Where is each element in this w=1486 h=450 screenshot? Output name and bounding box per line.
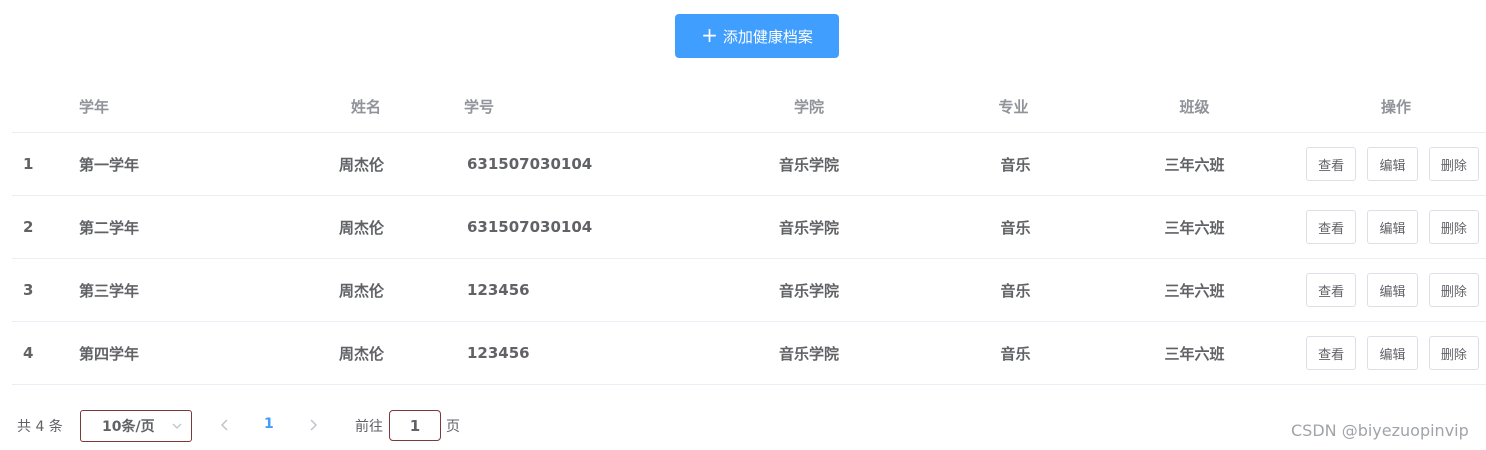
- edit-button[interactable]: 编辑: [1367, 336, 1418, 370]
- next-page-icon[interactable]: [306, 417, 320, 433]
- header-student-id: 学号: [452, 80, 674, 133]
- plus-icon: +: [701, 23, 718, 47]
- view-button[interactable]: 查看: [1306, 273, 1357, 307]
- header-name: 姓名: [287, 80, 452, 133]
- cell-college: 音乐学院: [674, 321, 944, 385]
- cell-year: 第二学年: [79, 195, 287, 259]
- cell-major: 音乐: [944, 258, 1083, 322]
- watermark-text: CSDN @biyezuopinvip: [1291, 421, 1469, 440]
- cell-class: 三年六班: [1083, 195, 1306, 259]
- header-major: 专业: [944, 80, 1083, 133]
- cell-major: 音乐: [944, 321, 1083, 385]
- view-button[interactable]: 查看: [1306, 210, 1357, 244]
- cell-student-id: 631507030104: [452, 195, 674, 259]
- edit-button[interactable]: 编辑: [1367, 147, 1418, 181]
- cell-class: 三年六班: [1083, 321, 1306, 385]
- cell-name: 周杰伦: [287, 195, 452, 259]
- cell-actions: 查看 编辑 删除: [1306, 258, 1486, 322]
- table-row: 3 第三学年 周杰伦 123456 音乐学院 音乐 三年六班 查看 编辑 删除: [12, 258, 1486, 322]
- cell-class: 三年六班: [1083, 132, 1306, 196]
- cell-student-id: 123456: [452, 321, 674, 385]
- cell-index: 3: [12, 258, 79, 322]
- cell-college: 音乐学院: [674, 195, 944, 259]
- cell-year: 第四学年: [79, 321, 287, 385]
- cell-actions: 查看 编辑 删除: [1306, 321, 1486, 385]
- chevron-down-icon: [172, 423, 182, 429]
- cell-student-id: 123456: [452, 258, 674, 322]
- current-page-number[interactable]: 1: [264, 416, 274, 432]
- cell-name: 周杰伦: [287, 321, 452, 385]
- pagination-total: 共 4 条: [17, 419, 63, 435]
- add-health-record-label: 添加健康档案: [722, 27, 813, 46]
- cell-name: 周杰伦: [287, 258, 452, 322]
- table-row: 1 第一学年 周杰伦 631507030104 音乐学院 音乐 三年六班 查看 编辑 删除: [12, 132, 1486, 196]
- delete-button[interactable]: 删除: [1428, 273, 1479, 307]
- table-row: 4 第四学年 周杰伦 123456 音乐学院 音乐 三年六班 查看 编辑 删除: [12, 321, 1486, 385]
- page-unit-label: 页: [446, 419, 460, 435]
- cell-college: 音乐学院: [674, 132, 944, 196]
- prev-page-icon[interactable]: [218, 417, 232, 433]
- cell-actions: 查看 编辑 删除: [1306, 195, 1486, 259]
- view-button[interactable]: 查看: [1306, 147, 1357, 181]
- cell-name: 周杰伦: [287, 132, 452, 196]
- goto-page-input[interactable]: [389, 410, 441, 441]
- edit-button[interactable]: 编辑: [1367, 273, 1418, 307]
- header-actions: 操作: [1306, 80, 1486, 133]
- goto-label: 前往: [355, 419, 383, 435]
- cell-index: 1: [12, 132, 79, 196]
- header-year: 学年: [79, 80, 287, 133]
- page-size-select[interactable]: 10条/页: [80, 410, 192, 442]
- header-college: 学院: [674, 80, 944, 133]
- cell-college: 音乐学院: [674, 258, 944, 322]
- cell-index: 4: [12, 321, 79, 385]
- header-class: 班级: [1083, 80, 1306, 133]
- cell-major: 音乐: [944, 132, 1083, 196]
- cell-actions: 查看 编辑 删除: [1306, 132, 1486, 196]
- cell-major: 音乐: [944, 195, 1083, 259]
- delete-button[interactable]: 删除: [1428, 147, 1479, 181]
- cell-class: 三年六班: [1083, 258, 1306, 322]
- cell-index: 2: [12, 195, 79, 259]
- table-row: 2 第二学年 周杰伦 631507030104 音乐学院 音乐 三年六班 查看 编辑 删除: [12, 195, 1486, 259]
- delete-button[interactable]: 删除: [1428, 336, 1479, 370]
- header-index: [12, 80, 79, 133]
- table-header-row: 学年 姓名 学号 学院 专业 班级 操作: [12, 80, 1486, 133]
- cell-year: 第一学年: [79, 132, 287, 196]
- delete-button[interactable]: 删除: [1428, 210, 1479, 244]
- page-size-value: 10条/页: [102, 419, 155, 435]
- health-records-table: 学年 姓名 学号 学院 专业 班级 操作 1 第一学年 周杰伦 63150703010…: [12, 80, 1486, 385]
- cell-year: 第三学年: [79, 258, 287, 322]
- add-health-record-button[interactable]: + 添加健康档案: [675, 14, 839, 58]
- view-button[interactable]: 查看: [1306, 336, 1357, 370]
- cell-student-id: 631507030104: [452, 132, 674, 196]
- edit-button[interactable]: 编辑: [1367, 210, 1418, 244]
- pagination: 共 4 条 10条/页 1 前往 页: [0, 410, 1486, 442]
